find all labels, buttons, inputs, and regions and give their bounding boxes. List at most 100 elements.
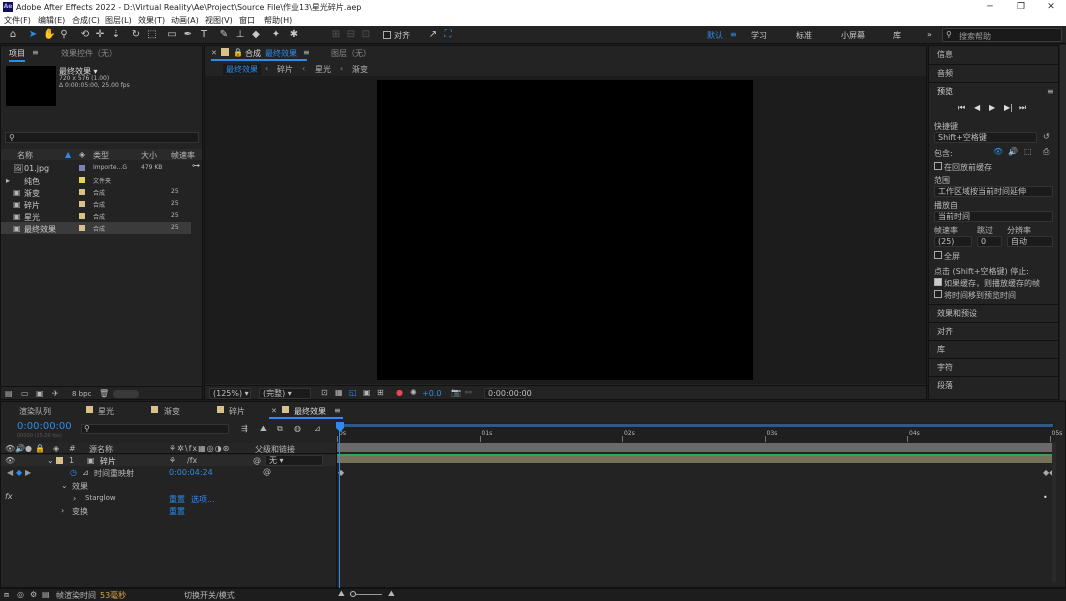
new-comp-icon[interactable]: ▣ (36, 389, 44, 398)
menu-composition[interactable]: 合成(C) (72, 15, 100, 26)
delete-icon[interactable]: 🗑 (99, 389, 109, 398)
project-search-input[interactable]: ⚲ (5, 132, 199, 143)
workspace-learn[interactable]: 学习 (751, 30, 767, 41)
layer-bar[interactable] (337, 455, 1055, 463)
time-ruler[interactable]: 0s 01s 02s 03s 04s 05s (337, 422, 1062, 442)
stopwatch-icon[interactable]: ◷ (70, 468, 77, 477)
time-remap-value[interactable]: 0:00:04:24 (169, 468, 213, 477)
sort-asc-icon[interactable]: ▲ (65, 150, 71, 159)
breadcrumb-shards[interactable]: 碎片 (277, 64, 293, 75)
item-label-swatch[interactable] (79, 189, 85, 195)
expand-effects-icon[interactable]: ⌄ (61, 481, 68, 490)
workspace-standard[interactable]: 标准 (796, 30, 812, 41)
more-workspaces-icon[interactable]: » (927, 30, 932, 39)
clone-stamp-icon[interactable]: ⊥ (234, 29, 246, 41)
tab-comp-final[interactable]: 最终效果 (265, 48, 297, 59)
comp-mini-flowchart-icon[interactable]: ⇶ (241, 424, 248, 433)
col-parent[interactable]: 父级和链接 (255, 444, 295, 455)
expand-starglow-icon[interactable]: › (73, 494, 76, 503)
puppet-pin-icon[interactable]: ✱ (288, 29, 300, 41)
layer-row[interactable]: 👁 ⌄ 1 ▣ 碎片 ⚘ /fx @ 无 ▾ (1, 455, 336, 466)
comp-panel-menu-icon[interactable]: ≡ (303, 48, 310, 57)
snap-options-icon[interactable]: ↗ (427, 29, 439, 41)
play-icon[interactable]: ▶ (989, 103, 995, 112)
transparency-grid-icon[interactable]: ▦ (335, 388, 343, 397)
close-icon[interactable]: ✕ (1041, 1, 1061, 13)
zoom-out-icon[interactable]: ⛰ (338, 589, 345, 599)
move-time-checkbox[interactable] (934, 290, 942, 298)
effects-group-row[interactable]: ⌄ 效果 (1, 480, 336, 492)
comp-viewer[interactable] (205, 76, 926, 384)
breadcrumb-final[interactable]: 最终效果 (223, 64, 261, 75)
flowchart-icon[interactable]: ⊶ (192, 161, 200, 170)
expand-transform-icon[interactable]: › (61, 506, 64, 515)
time-remap-label[interactable]: 时间重映射 (94, 468, 134, 479)
interpret-footage-icon[interactable]: ▤ (5, 389, 13, 398)
item-label-swatch[interactable] (79, 213, 85, 219)
brush-tool-icon[interactable]: ✎ (218, 29, 230, 41)
fast-preview-icon[interactable]: ⊡ (321, 388, 328, 397)
current-time-timecode[interactable]: 0:00:00:00 (17, 421, 72, 432)
col-source-name[interactable]: 源名称 (89, 444, 113, 455)
show-snapshot-icon[interactable]: ⚯ (465, 388, 472, 397)
toggle-inout-icon[interactable]: ⚙ (30, 590, 37, 599)
menu-effect[interactable]: 效果(T) (138, 15, 165, 26)
home-icon[interactable]: ⌂ (7, 29, 19, 41)
frame-blending-icon[interactable]: ◍ (294, 424, 301, 433)
tab-gradient[interactable]: 渐变 (164, 406, 180, 417)
prev-frame-icon[interactable]: ◀ (974, 103, 980, 112)
col-size[interactable]: 大小 (141, 150, 157, 161)
keyframe-icon[interactable]: ◆ (16, 468, 22, 477)
snap-edges-icon[interactable]: ⛶ (442, 29, 454, 41)
reset-icon[interactable]: ↺ (1043, 132, 1050, 141)
menu-help[interactable]: 帮助(H) (264, 15, 292, 26)
shortcut-dropdown[interactable]: Shift+空格键 (934, 132, 1037, 143)
current-time-display[interactable]: 0:00:00:00 (484, 388, 532, 399)
col-name[interactable]: 名称 (17, 150, 33, 161)
include-video-icon[interactable]: 👁 (993, 147, 1003, 156)
menu-edit[interactable]: 编辑(E) (38, 15, 65, 26)
expand-layer-icon[interactable]: ⌄ (47, 456, 54, 465)
menu-file[interactable]: 文件(F) (4, 15, 31, 26)
audio-panel-header[interactable]: 音频 (929, 64, 1059, 82)
paragraph-panel-header[interactable]: 段落 (929, 376, 1059, 394)
tab-project[interactable]: 项目 (9, 48, 25, 62)
comp-canvas[interactable] (377, 80, 753, 380)
align-panel-header[interactable]: 对齐 (929, 322, 1059, 340)
transform-row[interactable]: › 变换 重置 (1, 505, 336, 517)
item-label-swatch[interactable] (79, 225, 85, 231)
current-time-indicator[interactable] (339, 422, 340, 588)
layer-label-swatch[interactable] (56, 457, 63, 464)
pen-tool-icon[interactable]: ✒ (182, 29, 194, 41)
quality-switch-icon[interactable]: /fx (187, 456, 197, 465)
solo-icon[interactable]: ● (25, 444, 32, 453)
breadcrumb-gradient[interactable]: 渐变 (352, 64, 368, 75)
breadcrumb-starlight[interactable]: 星光 (315, 64, 331, 75)
menu-window[interactable]: 窗口 (239, 15, 255, 26)
last-frame-icon[interactable]: ⏭ (1019, 103, 1026, 113)
rotate-tool-icon[interactable]: ↻ (130, 29, 142, 41)
toggle-panes-icon[interactable]: ⧈ (4, 590, 9, 600)
project-item-row[interactable]: ▸ 纯色 文件夹 (1, 174, 191, 186)
snap-checkbox[interactable] (383, 31, 391, 39)
lock-icon[interactable]: 🔒 (35, 444, 45, 453)
next-keyframe-icon[interactable]: ▶ (25, 468, 31, 477)
zoom-slider-handle[interactable] (350, 591, 356, 597)
text-tool-icon[interactable]: T (198, 29, 210, 41)
new-folder-icon[interactable]: ▭ (21, 389, 29, 398)
timeline-menu-icon[interactable]: ≡ (334, 406, 341, 415)
include-audio-icon[interactable]: 🔊 (1008, 147, 1018, 156)
tab-starlight[interactable]: 星光 (98, 406, 114, 417)
character-panel-header[interactable]: 字符 (929, 358, 1059, 376)
thumbnail-slider[interactable] (113, 390, 139, 398)
pickwhip-icon[interactable]: @ (253, 456, 261, 465)
pan-camera-icon[interactable]: ✛ (94, 29, 106, 41)
starglow-row[interactable]: › Starglow 重置 选项... (1, 493, 336, 505)
first-frame-icon[interactable]: ⏮ (958, 103, 965, 113)
item-label-swatch[interactable] (79, 177, 85, 183)
play-from-dropdown[interactable]: 当前时间 (934, 211, 1053, 222)
grid-guides-icon[interactable]: ⊞ (377, 388, 384, 397)
prev-keyframe-icon[interactable]: ◀ (7, 468, 13, 477)
range-dropdown[interactable]: 工作区域按当前时间延伸 (934, 186, 1053, 197)
selection-tool-icon[interactable]: ➤ (27, 29, 39, 41)
